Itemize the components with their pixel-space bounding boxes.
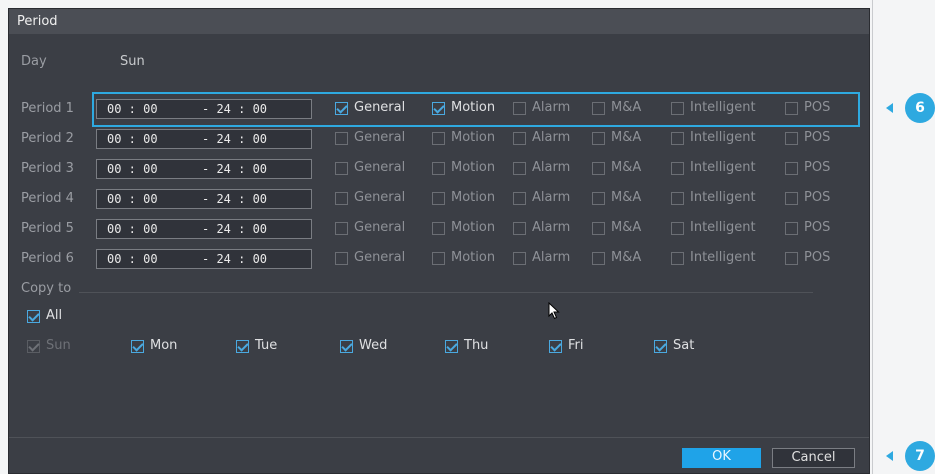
period-end-time[interactable]: - 24 : 00 <box>202 250 267 268</box>
checkbox-icon <box>432 252 445 265</box>
checkbox-icon <box>671 132 684 145</box>
dialog-title: Period <box>9 9 869 34</box>
checkbox-icon <box>445 340 458 353</box>
callout-badge-7: 7 <box>905 441 935 471</box>
checkbox-icon <box>592 192 605 205</box>
checkbox-icon <box>592 222 605 235</box>
checkbox-icon <box>513 132 526 145</box>
checkbox-icon <box>549 340 562 353</box>
checkbox-icon <box>335 102 348 115</box>
day-label: Day <box>21 54 47 69</box>
checkbox-icon <box>27 310 40 323</box>
period-end-time[interactable]: - 24 : 00 <box>202 100 267 118</box>
checkbox-icon <box>335 252 348 265</box>
checkbox-icon <box>785 252 798 265</box>
checkbox-icon <box>335 222 348 235</box>
copy-to-divider <box>79 292 813 293</box>
callout-arrow-icon <box>886 451 893 461</box>
period-label: Period 3 <box>21 161 74 176</box>
period-time-range-input[interactable]: 00 : 00 - 24 : 00 <box>96 189 312 209</box>
day-value: Sun <box>120 54 145 69</box>
checkbox-icon <box>671 192 684 205</box>
copy-to-label: Copy to <box>21 281 72 296</box>
period-row-5: Period 5 00 : 00 - 24 : 00 General Motio… <box>9 219 869 239</box>
checkbox-icon <box>335 132 348 145</box>
period-label: Period 4 <box>21 191 74 206</box>
period-end-time[interactable]: - 24 : 00 <box>202 130 267 148</box>
period-row-4: Period 4 00 : 00 - 24 : 00 General Motio… <box>9 189 869 209</box>
period-label: Period 5 <box>21 221 74 236</box>
checkbox-icon <box>671 162 684 175</box>
checkbox-icon <box>592 162 605 175</box>
checkbox-icon <box>340 340 353 353</box>
mouse-cursor-icon <box>548 302 560 320</box>
checkbox-icon <box>785 102 798 115</box>
footer-divider <box>9 437 869 438</box>
period-start-time[interactable]: 00 : 00 <box>107 220 158 238</box>
period-label: Period 6 <box>21 251 74 266</box>
checkbox-icon <box>432 192 445 205</box>
period-start-time[interactable]: 00 : 00 <box>107 160 158 178</box>
period-start-time[interactable]: 00 : 00 <box>107 250 158 268</box>
checkbox-icon <box>513 252 526 265</box>
period-row-3: Period 3 00 : 00 - 24 : 00 General Motio… <box>9 159 869 179</box>
checkbox-icon <box>513 222 526 235</box>
checkbox-icon <box>432 102 445 115</box>
period-end-time[interactable]: - 24 : 00 <box>202 220 267 238</box>
checkbox-icon <box>432 162 445 175</box>
period-start-time[interactable]: 00 : 00 <box>107 100 158 118</box>
checkbox-icon <box>785 132 798 145</box>
checkbox-icon <box>654 340 667 353</box>
period-row-1: Period 1 00 : 00 - 24 : 00 General Motio… <box>9 99 869 119</box>
checkbox-icon <box>671 102 684 115</box>
checkbox-icon <box>432 222 445 235</box>
cancel-button[interactable]: Cancel <box>772 448 855 468</box>
checkbox-icon <box>592 132 605 145</box>
checkbox-icon <box>785 162 798 175</box>
period-label: Period 2 <box>21 131 74 146</box>
period-time-range-input[interactable]: 00 : 00 - 24 : 00 <box>96 99 312 119</box>
period-start-time[interactable]: 00 : 00 <box>107 130 158 148</box>
checkbox-icon <box>592 102 605 115</box>
checkbox-icon <box>513 162 526 175</box>
period-time-range-input[interactable]: 00 : 00 - 24 : 00 <box>96 129 312 149</box>
period-time-range-input[interactable]: 00 : 00 - 24 : 00 <box>96 159 312 179</box>
period-row-2: Period 2 00 : 00 - 24 : 00 General Motio… <box>9 129 869 149</box>
period-end-time[interactable]: - 24 : 00 <box>202 160 267 178</box>
callout-arrow-icon <box>886 103 893 113</box>
checkbox-icon <box>131 340 144 353</box>
period-label: Period 1 <box>21 101 74 116</box>
checkbox-icon <box>335 162 348 175</box>
checkbox-icon <box>513 192 526 205</box>
checkbox-icon <box>432 132 445 145</box>
checkbox-icon <box>27 340 40 353</box>
checkbox-icon <box>671 252 684 265</box>
page-margin-line <box>872 0 873 474</box>
checkbox-icon <box>785 222 798 235</box>
ok-button[interactable]: OK <box>682 448 761 468</box>
checkbox-icon <box>592 252 605 265</box>
period-time-range-input[interactable]: 00 : 00 - 24 : 00 <box>96 249 312 269</box>
checkbox-icon <box>671 222 684 235</box>
checkbox-icon <box>785 192 798 205</box>
callout-badge-6: 6 <box>905 93 935 123</box>
period-dialog: Period Day Sun Period 1 00 : 00 - 24 : 0… <box>8 8 870 474</box>
period-row-6: Period 6 00 : 00 - 24 : 00 General Motio… <box>9 249 869 269</box>
checkbox-icon <box>335 192 348 205</box>
checkbox-icon <box>236 340 249 353</box>
period-time-range-input[interactable]: 00 : 00 - 24 : 00 <box>96 219 312 239</box>
checkbox-icon <box>513 102 526 115</box>
period-end-time[interactable]: - 24 : 00 <box>202 190 267 208</box>
period-start-time[interactable]: 00 : 00 <box>107 190 158 208</box>
